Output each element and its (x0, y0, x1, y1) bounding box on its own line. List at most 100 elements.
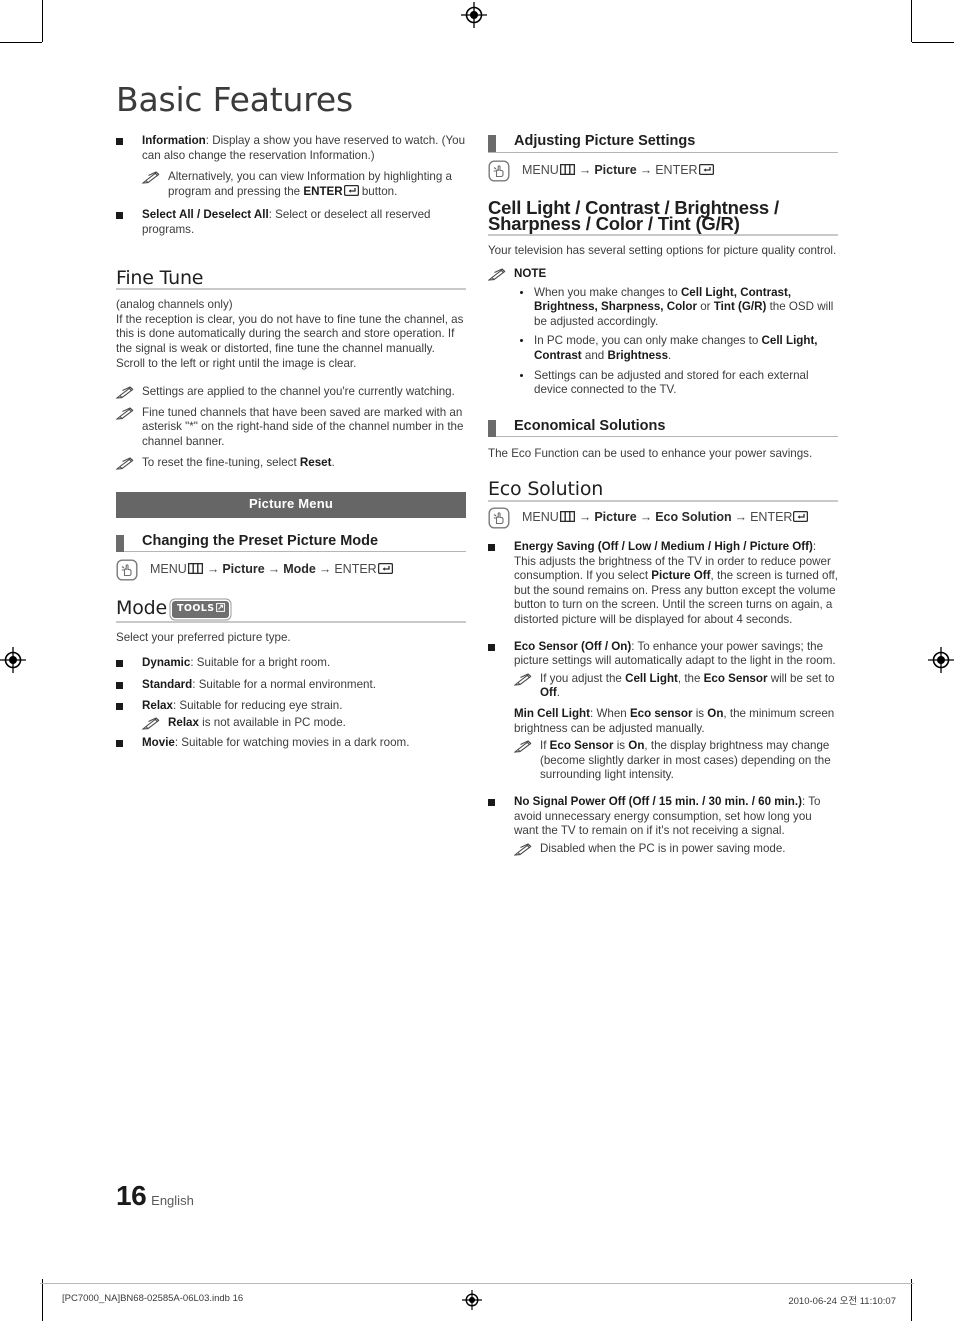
reset-term: Reset (299, 455, 332, 469)
note-bullet-text: When you make changes to Cell Light, Con… (534, 285, 834, 328)
page-title: Basic Features (116, 80, 353, 119)
text-dynamic: : Suitable for a bright room. (190, 656, 331, 670)
term-brightness: Brightness (607, 348, 669, 362)
heading-rule (488, 436, 838, 438)
term-on: On (707, 707, 724, 721)
path-step-eco-solution: Eco Solution (655, 509, 732, 524)
list-item-dynamic: Dynamic: Suitable for a bright room. (116, 656, 466, 671)
note-bullet-text: Settings can be adjusted and stored for … (534, 368, 809, 397)
heading-fine-tune: Fine Tune (116, 266, 204, 289)
square-bullet-icon (488, 799, 495, 806)
heading-tab-marker (488, 135, 496, 152)
footer-timestamp: 2010-06-24 오전 11:10:07 (788, 1296, 896, 1307)
note-text: Disabled when the PC is in power saving … (540, 841, 786, 855)
square-bullet-icon (116, 212, 123, 220)
enter-label: ENTER (303, 184, 343, 198)
pencil-note-icon (513, 673, 532, 686)
path-step-picture: Picture (594, 509, 637, 524)
enter-icon (377, 563, 393, 575)
note-text: If you adjust the Cell Light, the Eco Se… (540, 671, 835, 700)
note-label-block: NOTE (487, 266, 838, 282)
enter-label: ENTER (655, 162, 698, 177)
heading-text: Adjusting Picture Settings (514, 133, 696, 149)
square-bullet-icon (488, 643, 495, 651)
menu-grid-icon (559, 510, 575, 522)
heading-rule (488, 234, 838, 237)
heading-rule (488, 151, 838, 153)
note-fine-tune-3: To reset the fine-tuning, select Reset. (115, 455, 466, 471)
square-bullet-icon (488, 544, 495, 552)
text-standard: : Suitable for a normal environment. (192, 677, 376, 691)
term-no-signal-power-off: No Signal Power Off (Off / 15 min. / 30 … (514, 795, 802, 808)
arrow-icon: → (267, 562, 281, 577)
registration-mark-bottom-center (462, 1290, 482, 1310)
note-relax-pc-mode: Relax is not available in PC mode. (141, 715, 466, 731)
note-label: NOTE (514, 266, 547, 280)
note-text: Fine tuned channels that have been saved… (142, 405, 464, 448)
square-bullet-icon (116, 660, 123, 668)
path-step-mode: Mode (283, 562, 316, 577)
note-bullet-text: In PC mode, you can only make changes to… (534, 334, 818, 362)
note-text: is not available in PC mode. (198, 715, 346, 729)
arrow-icon: → (206, 562, 220, 577)
arrow-icon: → (639, 162, 653, 177)
note-text: If Eco Sensor is On, the display brightn… (540, 739, 831, 782)
menu-path-preset-mode: MENU → Picture → Mode → ENTER (116, 559, 466, 581)
enter-icon (343, 184, 359, 196)
tools-badge-label: TOOLS (176, 602, 215, 614)
menu-label: MENU (522, 509, 559, 524)
list-item-movie: Movie: Suitable for watching movies in a… (116, 736, 466, 751)
economical-body: The Eco Function can be used to enhance … (488, 447, 813, 461)
term-eco-sensor: Eco Sensor (703, 671, 768, 685)
list-item-relax: Relax: Suitable for reducing eye strain. (116, 699, 466, 714)
term-eco-sensor: Eco sensor (629, 707, 693, 721)
picture-menu-banner: Picture Menu (116, 492, 466, 518)
heading-tab-marker (116, 534, 124, 552)
term-dynamic: Dynamic (142, 656, 191, 670)
arrow-icon: → (318, 562, 332, 577)
term-picture-off: Picture Off (651, 569, 711, 583)
pencil-note-icon (115, 407, 134, 420)
list-item-eco-sensor: Eco Sensor (Off / On): To enhance your p… (488, 640, 838, 669)
menu-label: MENU (150, 562, 187, 577)
enter-label: ENTER (750, 509, 793, 524)
enter-icon (793, 510, 809, 522)
note-text: To reset the fine-tuning, select Reset. (142, 455, 335, 469)
heading-text: Economical Solutions (514, 417, 666, 434)
heading-changing-preset-picture-mode: Changing the Preset Picture Mode (116, 532, 466, 552)
dot-bullet-icon (520, 339, 523, 343)
pencil-note-icon (487, 268, 506, 281)
note-eco-sensor-cell-light: If you adjust the Cell Light, the Eco Se… (513, 671, 838, 701)
list-item-select-all: Select All / Deselect All: Select or des… (116, 208, 466, 237)
term-eco-sensor: Eco Sensor (Off / On) (514, 639, 632, 653)
page-number-block: 16 English (116, 1180, 194, 1212)
tools-badge: TOOLS (171, 600, 229, 619)
pencil-note-icon (115, 456, 134, 470)
term-select-all: Select All / Deselect All (142, 208, 269, 222)
term-energy-saving: Energy Saving (Off / Low / Medium / High… (514, 540, 813, 554)
note-eco-sensor-brightness: If Eco Sensor is On, the display brightn… (513, 739, 838, 783)
hand-press-icon (488, 160, 510, 182)
list-item-standard: Standard: Suitable for a normal environm… (116, 678, 466, 693)
fine-tune-subtitle: (analog channels only) (116, 298, 233, 312)
term-cell-light: Cell Light (625, 671, 678, 685)
note-bullet-2: In PC mode, you can only make changes to… (518, 334, 838, 363)
text-movie: : Suitable for watching movies in a dark… (174, 736, 410, 750)
tools-arrow-icon (215, 602, 225, 612)
square-bullet-icon (116, 703, 123, 711)
page-language: English (151, 1193, 194, 1208)
menu-label: MENU (522, 162, 559, 177)
term-eco-sensor: Eco Sensor (549, 739, 614, 753)
min-cell-light-block: Min Cell Light: When Eco sensor is On, t… (488, 707, 838, 736)
path-step-picture: Picture (594, 162, 637, 177)
enter-icon (698, 163, 714, 175)
note-term-relax: Relax (168, 715, 199, 729)
heading-text: Changing the Preset Picture Mode (142, 532, 379, 549)
fine-tune-body: If the reception is clear, you do not ha… (116, 312, 464, 370)
menu-path-adjusting: MENU → Picture → ENTER (488, 160, 838, 182)
note-bullet-1: When you make changes to Cell Light, Con… (518, 286, 838, 330)
text-relax: : Suitable for reducing eye strain. (172, 699, 343, 713)
note-information-alternative: Alternatively, you can view Information … (141, 170, 466, 199)
arrow-icon: → (639, 509, 653, 524)
enter-label: ENTER (334, 562, 377, 577)
